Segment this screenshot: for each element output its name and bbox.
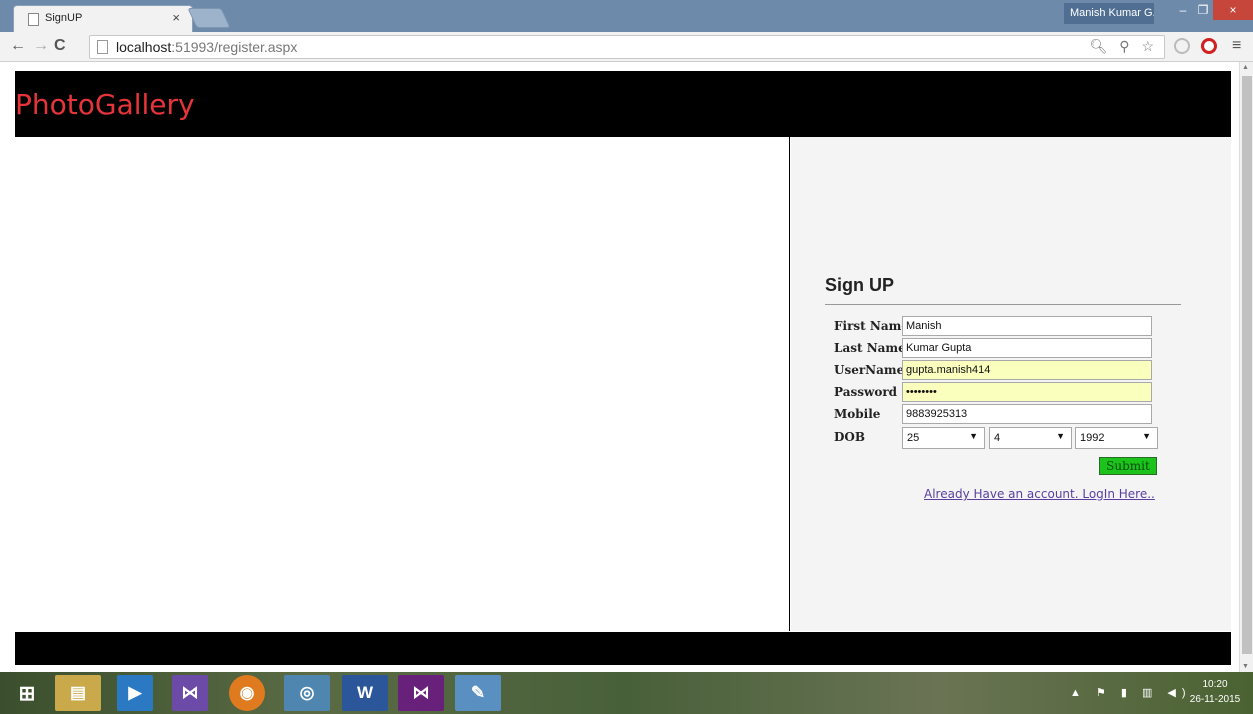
form-heading: Sign UP — [825, 275, 895, 295]
first-name-row: First Name — [834, 316, 1164, 336]
address-bar[interactable]: localhost:51993/register.aspx 🔍︎ ⚲ ☆ — [89, 35, 1165, 59]
firefox-icon[interactable]: ◉ — [229, 675, 265, 711]
media-player-icon[interactable]: ▶ — [117, 675, 153, 711]
browser-toolbar: ← → C localhost:51993/register.aspx 🔍︎ ⚲… — [0, 32, 1253, 62]
clock-date: 26-11-2015 — [1189, 694, 1241, 705]
file-explorer-icon[interactable]: ▤ — [55, 675, 101, 711]
username-input[interactable] — [902, 360, 1152, 380]
divider — [825, 304, 1181, 305]
bookmark-star-icon[interactable]: 🔍︎ ⚲ ☆ — [1090, 38, 1158, 55]
page-scrollbar[interactable]: ▲ ▼ — [1239, 62, 1253, 672]
last-name-input[interactable] — [902, 338, 1152, 358]
dob-day-select[interactable]: 25 ▼ — [902, 427, 985, 449]
visual-studio-2015-icon[interactable]: ⋈ — [398, 675, 444, 711]
dropdown-arrow-icon: ▼ — [1142, 431, 1151, 441]
dob-year-value: 1992 — [1080, 432, 1105, 444]
word-icon[interactable]: W — [342, 675, 388, 711]
windows-start-icon[interactable]: ⊞ — [4, 675, 50, 711]
url-text: localhost:51993/register.aspx — [116, 39, 298, 55]
windows-taskbar: ⊞ ▤ ▶ ⋈ ◉ ◎ W ⋈ ✎ ▲ ⚑ ▮ ▥ ◀) 10:20 26-11… — [0, 672, 1253, 714]
browser-tab[interactable]: SignUP × — [13, 5, 193, 32]
opera-icon[interactable] — [1201, 38, 1217, 54]
scroll-up-icon[interactable]: ▲ — [1242, 64, 1249, 71]
profile-button[interactable]: Manish Kumar G... — [1064, 3, 1154, 24]
menu-icon[interactable]: ≡ — [1232, 37, 1241, 55]
site-logo[interactable]: PhotoGallery — [15, 88, 195, 121]
password-label: Password — [834, 385, 898, 399]
signup-panel: Sign UP First Name Last Name UserName Pa… — [791, 137, 1231, 631]
new-tab-button[interactable] — [187, 8, 231, 28]
page-icon — [28, 13, 39, 26]
first-name-input[interactable] — [902, 316, 1152, 336]
site-header: PhotoGallery — [15, 71, 1231, 137]
dob-day-value: 25 — [907, 432, 920, 444]
dropdown-arrow-icon: ▼ — [1056, 431, 1065, 441]
chrome-icon[interactable]: ◎ — [284, 675, 330, 711]
tab-title: SignUP — [45, 12, 83, 24]
scroll-down-icon[interactable]: ▼ — [1242, 663, 1249, 670]
first-name-label: First Name — [834, 319, 909, 333]
dob-label: DOB — [834, 430, 866, 444]
extension-icon[interactable] — [1174, 38, 1190, 54]
tab-close-icon[interactable]: × — [172, 10, 180, 25]
page-icon — [97, 40, 108, 54]
left-content-panel — [15, 137, 790, 631]
password-input[interactable] — [902, 382, 1152, 402]
dob-year-select[interactable]: 1992 ▼ — [1075, 427, 1158, 449]
scroll-thumb[interactable] — [1242, 76, 1252, 654]
dob-month-select[interactable]: 4 ▼ — [989, 427, 1072, 449]
page-viewport: PhotoGallery Sign UP First Name Last Nam… — [0, 62, 1253, 672]
browser-title-bar: SignUP × Manish Kumar G... – ❐ × — [0, 0, 1253, 32]
reload-icon[interactable]: C — [54, 37, 66, 55]
clock-time: 10:20 — [1202, 679, 1228, 690]
forward-icon[interactable]: → — [33, 37, 49, 55]
dob-row: DOB 25 ▼ 4 ▼ 1992 ▼ — [834, 427, 1164, 449]
paint-icon[interactable]: ✎ — [455, 675, 501, 711]
login-link[interactable]: Already Have an account. LogIn Here.. — [924, 487, 1155, 501]
last-name-label: Last Name — [834, 341, 906, 355]
mobile-row: Mobile — [834, 404, 1164, 424]
last-name-row: Last Name — [834, 338, 1164, 358]
visual-studio-icon[interactable]: ⋈ — [172, 675, 208, 711]
taskbar-clock[interactable]: 10:20 26-11-2015 — [1184, 677, 1246, 707]
mobile-label: Mobile — [834, 407, 881, 421]
password-row: Password — [834, 382, 1164, 402]
submit-button[interactable]: Submit — [1099, 457, 1157, 475]
mobile-input[interactable] — [902, 404, 1152, 424]
username-row: UserName — [834, 360, 1164, 380]
dob-month-value: 4 — [994, 432, 1001, 444]
username-label: UserName — [834, 363, 905, 377]
dropdown-arrow-icon: ▼ — [969, 431, 978, 441]
system-tray-icons[interactable]: ▲ ⚑ ▮ ▥ ◀) — [1070, 686, 1192, 699]
site-footer — [15, 632, 1231, 665]
window-close-icon[interactable]: × — [1213, 0, 1253, 20]
back-icon[interactable]: ← — [10, 37, 26, 55]
